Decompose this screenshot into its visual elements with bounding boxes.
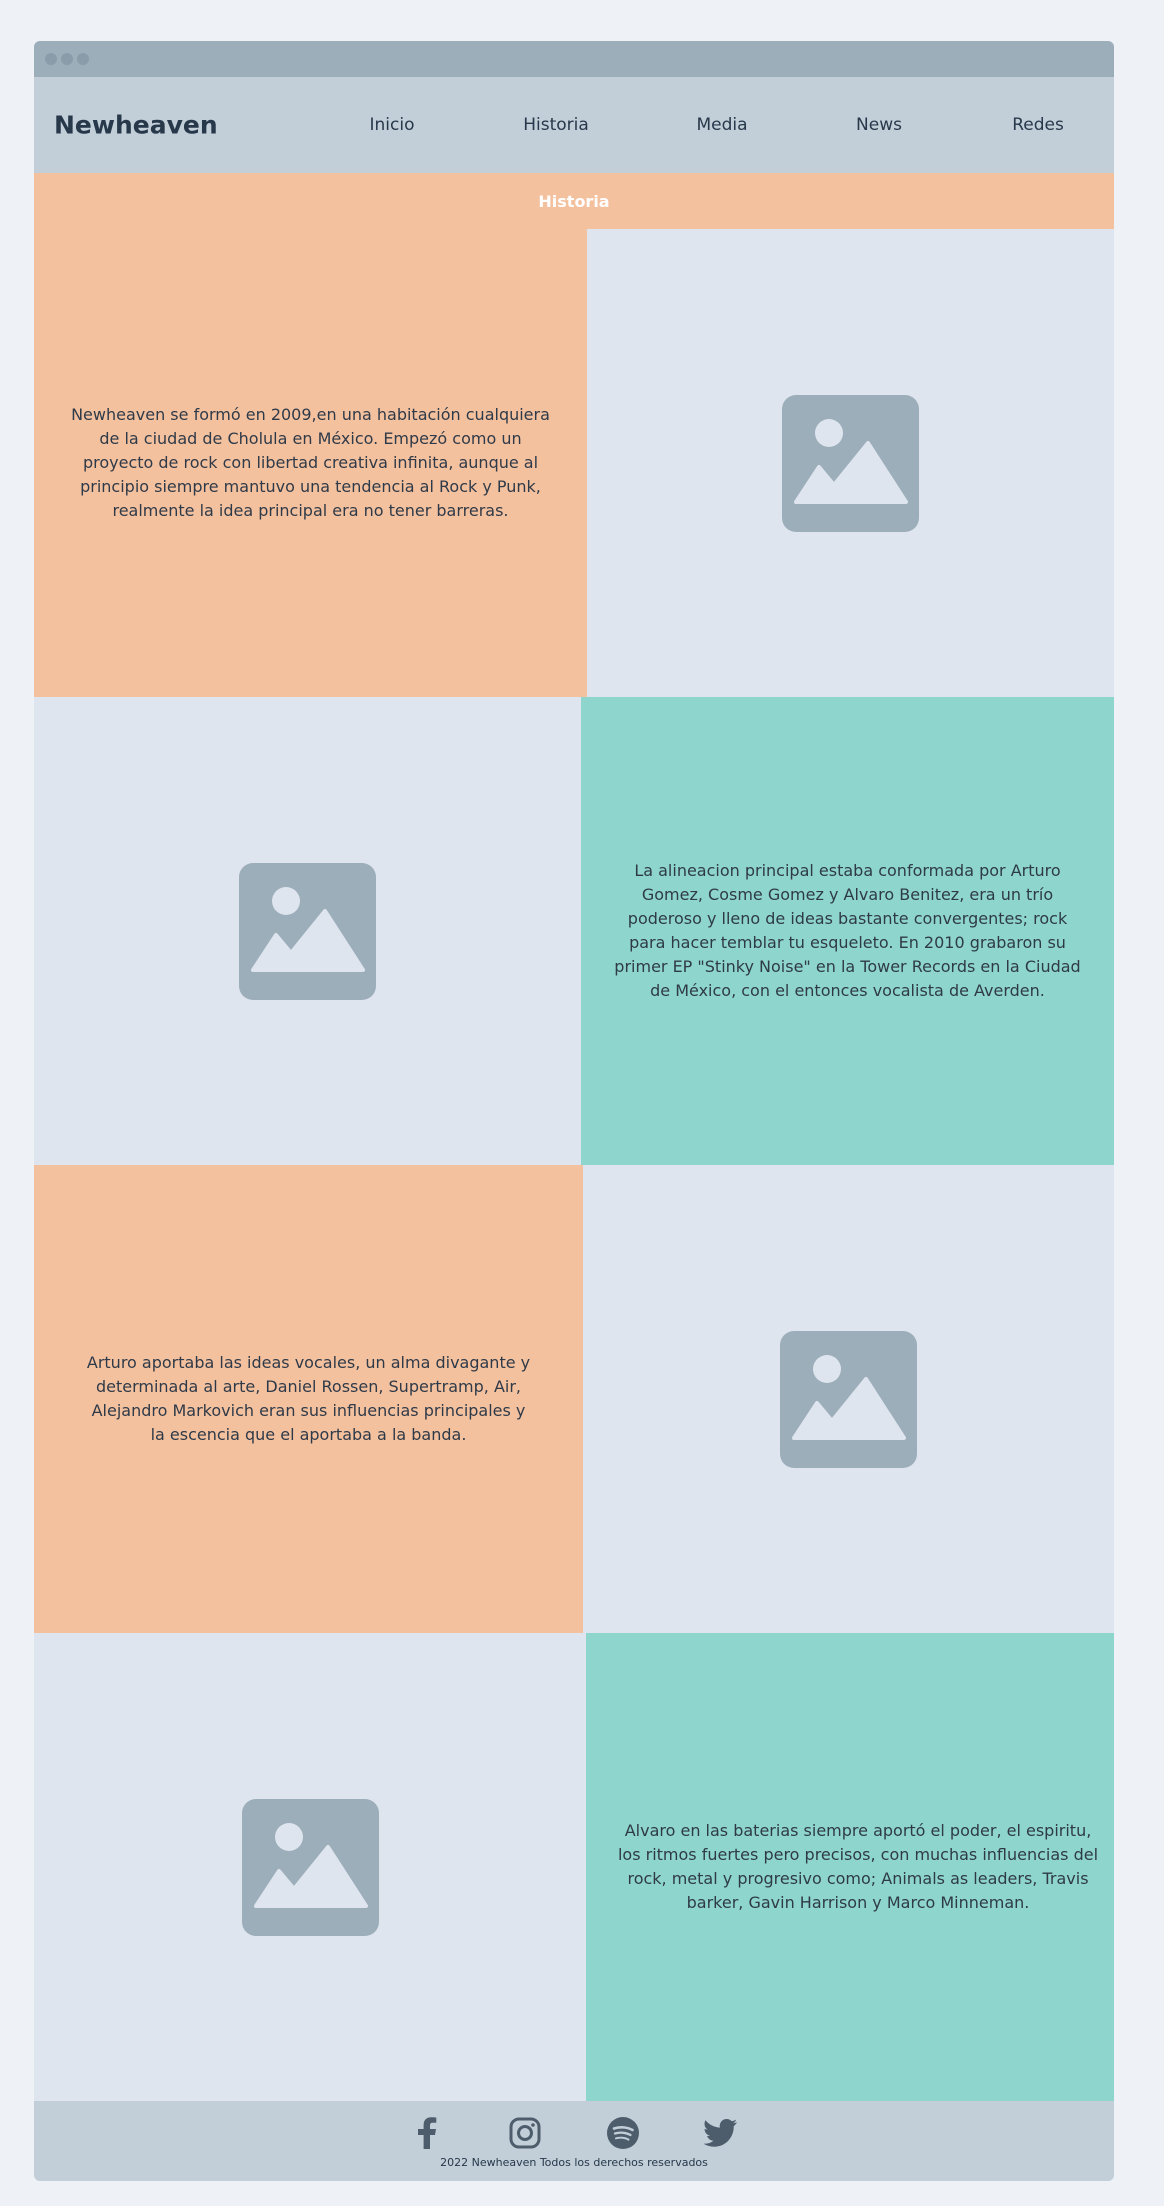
social-links <box>410 2116 738 2150</box>
browser-window: Newheaven Inicio Historia Media News Red… <box>34 41 1114 2181</box>
history-text-cell: Alvaro en las baterias siempre aportó el… <box>586 1633 1114 2101</box>
spotify-icon[interactable] <box>606 2116 640 2150</box>
image-placeholder-icon <box>239 862 376 1000</box>
facebook-icon[interactable] <box>410 2116 444 2150</box>
history-text-cell: La alineacion principal estaba conformad… <box>581 697 1114 1165</box>
site-brand[interactable]: Newheaven <box>54 111 218 140</box>
window-dot-maximize[interactable] <box>77 53 89 65</box>
nav-item-redes[interactable]: Redes <box>1012 115 1064 135</box>
nav-item-inicio[interactable]: Inicio <box>370 115 415 135</box>
history-text-cell: Newheaven se formó en 2009,en una habita… <box>34 229 587 697</box>
history-text-cell: Arturo aportaba las ideas vocales, un al… <box>34 1165 583 1633</box>
image-cell <box>587 229 1114 697</box>
section-title-bar: Historia <box>34 173 1114 229</box>
site-footer: 2022 Newheaven Todos los derechos reserv… <box>34 2101 1114 2181</box>
copyright-text: 2022 Newheaven Todos los derechos reserv… <box>440 2155 708 2169</box>
nav-item-media[interactable]: Media <box>696 115 747 135</box>
section-title: Historia <box>538 191 610 211</box>
twitter-icon[interactable] <box>704 2116 738 2150</box>
history-paragraph: La alineacion principal estaba conformad… <box>614 861 1081 1000</box>
instagram-icon[interactable] <box>508 2116 542 2150</box>
history-row-1: Newheaven se formó en 2009,en una habita… <box>34 229 1114 697</box>
history-paragraph: Alvaro en las baterias siempre aportó el… <box>617 1821 1099 1912</box>
nav-item-historia[interactable]: Historia <box>523 115 589 135</box>
window-titlebar <box>34 41 1114 77</box>
image-placeholder-icon <box>782 394 919 532</box>
image-placeholder-icon <box>241 1798 379 1936</box>
history-paragraph: Newheaven se formó en 2009,en una habita… <box>71 405 550 520</box>
image-placeholder-icon <box>780 1330 917 1468</box>
image-cell <box>34 1633 586 2101</box>
image-cell <box>34 697 581 1165</box>
history-row-4: Alvaro en las baterias siempre aportó el… <box>34 1633 1114 2101</box>
history-row-2: La alineacion principal estaba conformad… <box>34 697 1114 1165</box>
window-dot-minimize[interactable] <box>61 53 73 65</box>
history-row-3: Arturo aportaba las ideas vocales, un al… <box>34 1165 1114 1633</box>
image-cell <box>583 1165 1114 1633</box>
site-navbar: Newheaven Inicio Historia Media News Red… <box>34 77 1114 173</box>
window-dot-close[interactable] <box>45 53 57 65</box>
nav-item-news[interactable]: News <box>856 115 902 135</box>
history-paragraph: Arturo aportaba las ideas vocales, un al… <box>86 1353 531 1444</box>
